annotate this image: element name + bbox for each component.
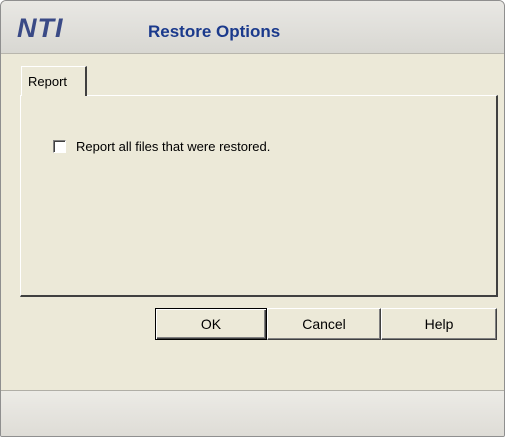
report-tab-panel bbox=[20, 95, 498, 297]
title-bar: NTI Restore Options bbox=[1, 1, 504, 54]
status-bar bbox=[1, 390, 504, 436]
tab-report-label: Report bbox=[28, 74, 68, 89]
tab-report[interactable]: Report bbox=[21, 66, 87, 96]
restore-options-dialog: NTI Restore Options Report Report all fi… bbox=[0, 0, 505, 437]
ok-button[interactable]: OK bbox=[155, 308, 267, 340]
cancel-button[interactable]: Cancel bbox=[267, 308, 381, 340]
report-restored-files-label: Report all files that were restored. bbox=[76, 139, 271, 154]
report-restored-files-checkbox[interactable] bbox=[53, 140, 66, 153]
help-button[interactable]: Help bbox=[381, 308, 497, 340]
nti-logo: NTI bbox=[17, 13, 64, 43]
report-restored-files-option[interactable]: Report all files that were restored. bbox=[53, 139, 270, 154]
dialog-title: Restore Options bbox=[148, 22, 281, 41]
